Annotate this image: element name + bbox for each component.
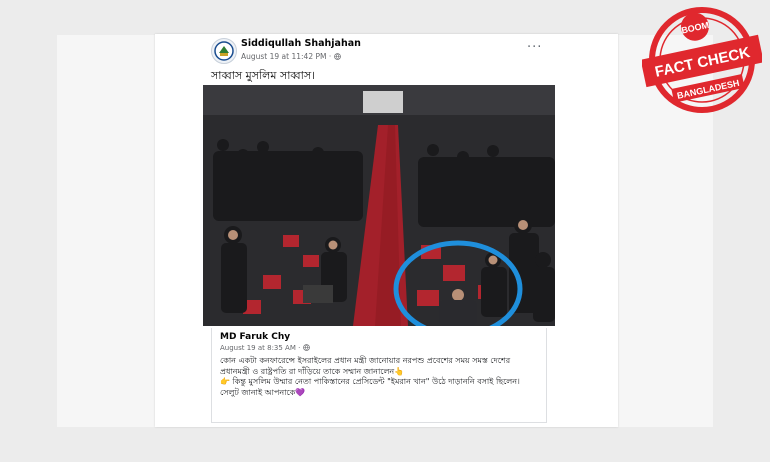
post-photo[interactable] bbox=[203, 85, 555, 326]
boom-fact-check-badge: BOOM FACT CHECK BANGLADESH bbox=[640, 0, 764, 120]
shared-post-timestamp[interactable]: August 19 at 8:35 AM · bbox=[220, 344, 303, 352]
shared-post-text: কোন একটা কনফারেন্সে ইসরাইলের প্রধান মন্ত… bbox=[220, 356, 520, 397]
shared-post-meta: August 19 at 8:35 AM · bbox=[220, 344, 310, 352]
fact-check-stamp-icon: BOOM FACT CHECK BANGLADESH bbox=[640, 7, 764, 113]
post-author[interactable]: Siddiqullah Shahjahan bbox=[241, 38, 361, 49]
avatar[interactable] bbox=[211, 38, 237, 64]
emblem-icon bbox=[214, 41, 234, 61]
post-meta: August 19 at 11:42 PM · bbox=[241, 52, 341, 61]
conference-hall-image bbox=[203, 85, 555, 326]
shared-post: MD Faruk Chy August 19 at 8:35 AM · কোন … bbox=[211, 328, 547, 423]
post-text: সাব্বাস মুসলিম সাব্বাস। bbox=[211, 69, 316, 82]
background-panel-left bbox=[57, 35, 156, 427]
facebook-post: Siddiqullah Shahjahan August 19 at 11:42… bbox=[155, 34, 618, 427]
globe-icon bbox=[302, 344, 310, 351]
globe-icon bbox=[333, 53, 341, 60]
shared-post-author[interactable]: MD Faruk Chy bbox=[220, 332, 290, 342]
post-timestamp[interactable]: August 19 at 11:42 PM · bbox=[241, 52, 334, 61]
more-options-button[interactable]: ··· bbox=[527, 40, 542, 55]
